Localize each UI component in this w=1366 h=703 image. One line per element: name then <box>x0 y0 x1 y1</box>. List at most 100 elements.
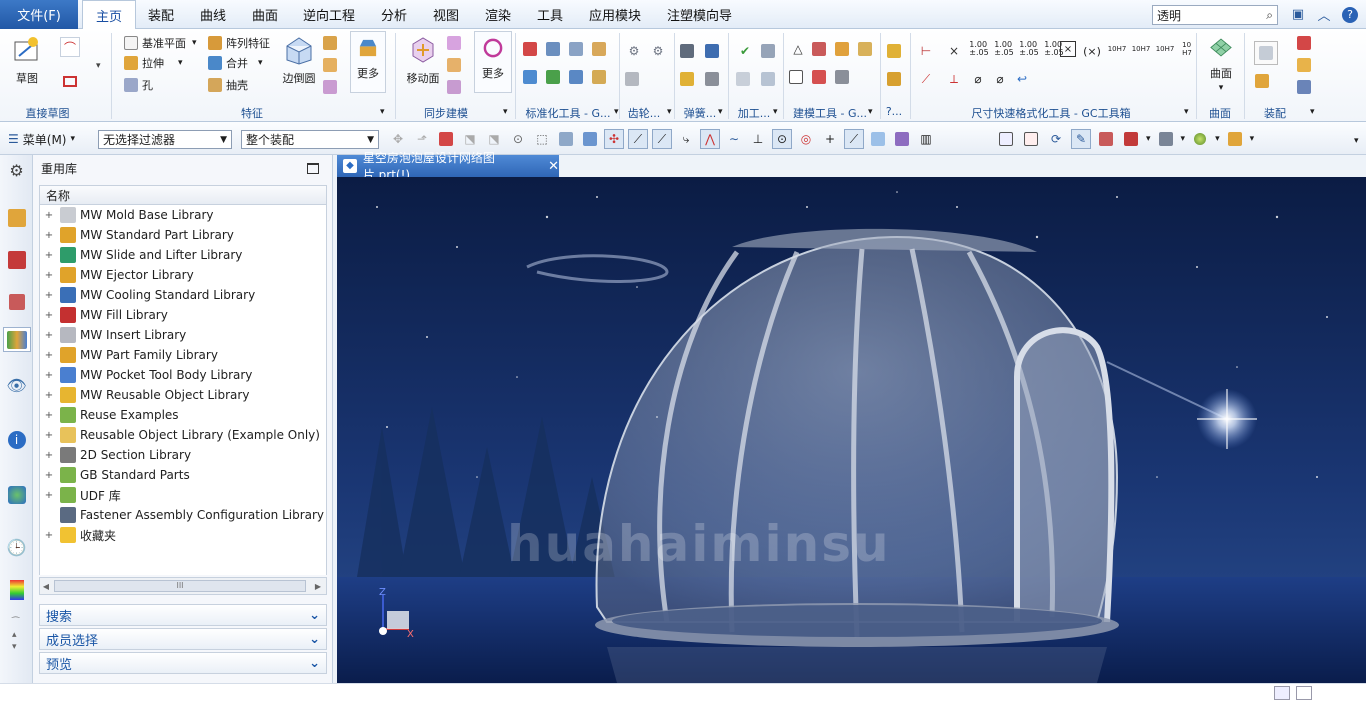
expand-icon[interactable]: + <box>44 385 54 405</box>
assembly-navigator-icon[interactable] <box>4 205 29 230</box>
info-icon[interactable]: i <box>4 427 29 452</box>
select-tool-icon[interactable]: ⬔ <box>460 129 480 149</box>
shell-button[interactable]: 抽壳 <box>208 75 248 95</box>
rectangle-select-icon[interactable]: ⬚ <box>532 129 552 149</box>
history-icon[interactable]: 🕒 <box>4 535 29 560</box>
grid-icon[interactable]: ▥ <box>916 129 936 149</box>
toolbar-options-chevron-icon[interactable]: ▾ <box>1354 136 1359 146</box>
std-tool-2-icon[interactable] <box>545 39 565 59</box>
on-curve-icon[interactable]: ⟋ <box>844 129 864 149</box>
library-tree-row[interactable]: Fastener Assembly Configuration Library <box>40 505 326 525</box>
gear-group-chevron-icon[interactable]: ▾ <box>667 107 672 117</box>
diameter-alt-icon[interactable]: ⌀ <box>990 69 1010 89</box>
trim-body-icon[interactable] <box>322 77 342 97</box>
resource-bar-scroll-icon[interactable]: ⁀ ▴ ▾ <box>12 617 19 653</box>
offset-region-icon[interactable] <box>446 55 466 75</box>
close-tab-icon[interactable]: ✕ <box>548 159 559 174</box>
tab-analysis[interactable]: 分析 <box>381 0 407 29</box>
snap-point-icon[interactable]: ✣ <box>604 129 624 149</box>
tab-curve[interactable]: 曲线 <box>200 0 226 29</box>
fit-button[interactable]: 10 H7 <box>1178 39 1196 59</box>
expand-icon[interactable]: + <box>44 445 54 465</box>
snap-icon[interactable]: ✥ <box>388 129 408 149</box>
expand-icon[interactable]: + <box>44 305 54 325</box>
library-tree-row[interactable]: + MW Reusable Object Library <box>40 385 326 405</box>
dim-line-icon[interactable]: ⟋ <box>916 69 936 89</box>
diameter-icon[interactable]: ⌀ <box>968 69 988 89</box>
move-component-icon[interactable] <box>1296 55 1316 75</box>
library-tree-row[interactable]: +2D Section Library <box>40 445 326 465</box>
machining-tool-icon[interactable] <box>760 41 780 61</box>
expand-icon[interactable]: + <box>44 365 54 385</box>
search-icon[interactable]: ⌕ <box>1266 8 1273 23</box>
on-face-icon[interactable] <box>868 129 888 149</box>
std-tool-4-icon[interactable] <box>591 39 611 59</box>
display-mode-icon[interactable] <box>1156 129 1176 149</box>
existing-point-icon[interactable]: + <box>820 129 840 149</box>
fit-button[interactable]: 10H7 <box>1154 39 1176 59</box>
tab-mold-wizard[interactable]: 注塑模向导 <box>667 0 732 29</box>
render-style-icon[interactable] <box>1121 129 1141 149</box>
sketch-more-chevron-icon[interactable]: ▾ <box>96 61 101 71</box>
file-menu-button[interactable]: 文件(F) <box>0 0 78 29</box>
line-snap-icon[interactable]: ⟋ <box>628 129 648 149</box>
fit-button[interactable]: 10H7 <box>1130 39 1152 59</box>
zoom-fit-icon[interactable] <box>996 129 1016 149</box>
tab-render[interactable]: 渲染 <box>485 0 511 29</box>
model-tool-5-icon[interactable] <box>788 67 808 87</box>
spring-icon[interactable] <box>679 41 699 61</box>
tolerance-button[interactable]: 1.00 ±.05 <box>968 39 990 59</box>
datum-plane-button[interactable]: 基准平面 ▾ <box>124 33 197 53</box>
assembly-group-chevron-icon[interactable]: ▾ <box>1310 107 1315 117</box>
tolerance-button[interactable]: 1.00 ±.05 <box>1018 39 1040 59</box>
std-tool-8-icon[interactable] <box>591 67 611 87</box>
quadrant-icon[interactable]: ◎ <box>796 129 816 149</box>
misc-tool-1-icon[interactable] <box>886 41 906 61</box>
draft-icon[interactable] <box>322 55 342 75</box>
model-tool-2-icon[interactable] <box>811 39 831 59</box>
tolerance-button[interactable]: 1.00 ±.05 <box>993 39 1015 59</box>
document-tab[interactable]: ◆ 星空房泡泡屋设计网络图片.prt(!) ✕ <box>337 151 559 182</box>
constraint-navigator-icon[interactable] <box>4 247 29 272</box>
search-section-header[interactable]: 搜索 ⌄ <box>39 604 327 626</box>
spring-tool-icon[interactable] <box>704 69 724 89</box>
std-tool-6-icon[interactable] <box>545 67 565 87</box>
step-icon[interactable]: ⬏ <box>412 129 432 149</box>
spring-edit-icon[interactable] <box>704 41 724 61</box>
std-tools-chevron-icon[interactable]: ▾ <box>614 107 619 117</box>
scroll-right-icon[interactable]: ▶ <box>312 578 324 594</box>
cube-icon[interactable] <box>580 129 600 149</box>
pull-face-icon[interactable] <box>446 33 466 53</box>
graphics-viewport[interactable]: Z X huahaiminsu <box>337 177 1366 683</box>
dim-box-icon[interactable]: × <box>1060 41 1076 57</box>
intersect-icon[interactable]: ⊥ <box>748 129 768 149</box>
library-tree-row[interactable]: + MW Fill Library <box>40 305 326 325</box>
expand-icon[interactable]: + <box>44 325 54 345</box>
expand-icon[interactable]: + <box>44 525 54 545</box>
center-icon[interactable]: ⊙ <box>772 129 792 149</box>
extrude-button[interactable]: 拉伸 ▾ <box>124 53 183 73</box>
expand-icon[interactable]: + <box>44 465 54 485</box>
main-menu-button[interactable]: ☰ 菜单(M) ▾ <box>8 129 75 149</box>
zoom-icon[interactable] <box>1021 129 1041 149</box>
sync-group-chevron-icon[interactable]: ▾ <box>503 107 508 117</box>
view-options-icon[interactable] <box>1225 129 1245 149</box>
hole-button[interactable]: 孔 <box>124 75 153 95</box>
dim-arrow-icon[interactable]: ⟂ <box>944 69 964 89</box>
select-tool-icon[interactable]: ⬔ <box>484 129 504 149</box>
orient-icon[interactable] <box>1096 129 1116 149</box>
visualization-icon[interactable]: 👁 <box>4 373 29 398</box>
bounded-icon[interactable] <box>892 129 912 149</box>
model-tool-3-icon[interactable] <box>834 39 854 59</box>
std-tool-7-icon[interactable] <box>568 67 588 87</box>
horizontal-scrollbar[interactable]: ◀ III ▶ <box>39 577 327 595</box>
web-browser-icon[interactable] <box>4 482 29 507</box>
spring-group-chevron-icon[interactable]: ▾ <box>718 107 723 117</box>
solid-icon[interactable] <box>556 129 576 149</box>
curve-icon[interactable]: ⤷ <box>676 129 696 149</box>
dim-group-chevron-icon[interactable]: ▾ <box>1184 107 1189 117</box>
expand-icon[interactable]: + <box>44 265 54 285</box>
surface-button[interactable]: 曲面 ▾ <box>1200 31 1242 93</box>
selection-filter-select[interactable]: 无选择过滤器 ▼ <box>98 130 232 149</box>
std-tool-3-icon[interactable] <box>568 39 588 59</box>
